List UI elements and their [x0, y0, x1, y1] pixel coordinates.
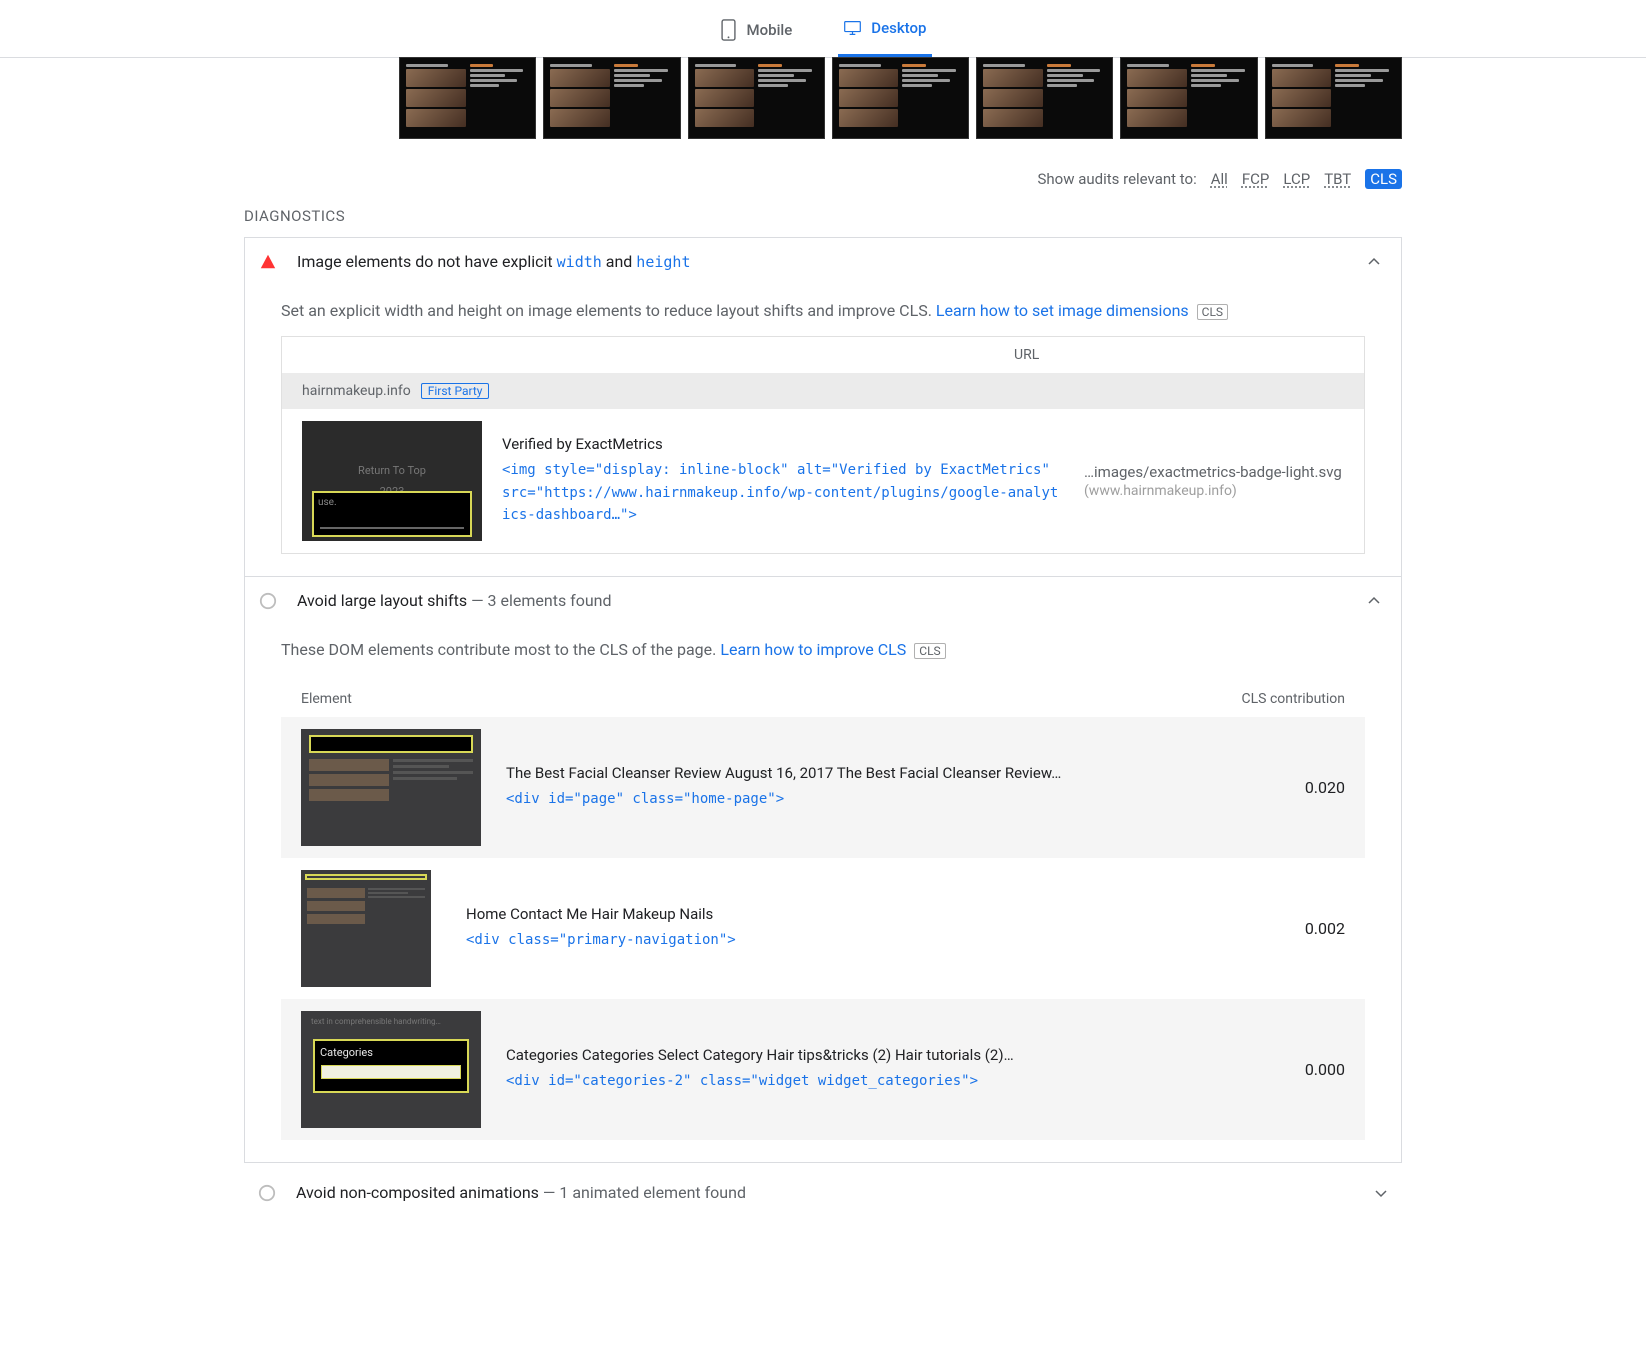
learn-link[interactable]: Learn how to improve CLS [720, 640, 906, 659]
filter-lcp[interactable]: LCP [1283, 170, 1310, 188]
cls-badge: CLS [1197, 304, 1228, 320]
table-row: Return To Top 2023 use. Verified by Exac… [282, 409, 1364, 553]
element-screenshot: text in comprehensible handwriting… Cate… [301, 1011, 481, 1128]
code-snippet: <img style="display: inline-block" alt="… [502, 459, 1064, 526]
filmstrip-frame [1120, 57, 1257, 139]
chevron-down-icon [1374, 1186, 1388, 1200]
audit-layout-shifts-body: These DOM elements contribute most to th… [245, 624, 1401, 1162]
filmstrip [244, 57, 1402, 139]
element-cell: Home Contact Me Hair Makeup Nails <div c… [466, 905, 1230, 951]
info-icon [258, 1184, 276, 1202]
audit-description: These DOM elements contribute most to th… [281, 624, 1365, 675]
tab-mobile-label: Mobile [747, 21, 793, 39]
table-head: URL [282, 337, 1364, 373]
cls-value: 0.002 [1255, 919, 1345, 938]
audit-image-dimensions-header[interactable]: Image elements do not have explicit widt… [245, 238, 1401, 285]
filmstrip-frame [976, 57, 1113, 139]
table-row: Home Contact Me Hair Makeup Nails <div c… [281, 858, 1365, 999]
chevron-up-icon [1367, 594, 1381, 608]
audit-image-dimensions-title: Image elements do not have explicit widt… [297, 252, 690, 271]
fail-icon [259, 253, 277, 271]
filter-label: Show audits relevant to: [1038, 170, 1197, 188]
code-snippet: <div class="primary-navigation"> [466, 929, 1230, 951]
table-row: The Best Facial Cleanser Review August 1… [281, 717, 1365, 858]
table-head: Element CLS contribution [281, 681, 1365, 717]
element-screenshot: Return To Top 2023 use. [302, 421, 482, 541]
filmstrip-frame [832, 57, 969, 139]
element-screenshot [301, 729, 481, 846]
code-snippet: <div id="page" class="home-page"> [506, 788, 1230, 810]
filter-cls[interactable]: CLS [1365, 169, 1402, 189]
element-cell: The Best Facial Cleanser Review August 1… [506, 764, 1230, 810]
tab-desktop-label: Desktop [871, 19, 926, 37]
device-tabs: Mobile Desktop [0, 0, 1646, 58]
filter-tbt[interactable]: TBT [1324, 170, 1351, 188]
url-cell: …images/exactmetrics-badge-light.svg (ww… [1084, 463, 1344, 499]
audit-filter: Show audits relevant to: All FCP LCP TBT… [244, 139, 1402, 199]
mobile-icon [720, 19, 737, 41]
audit-image-dimensions-body: Set an explicit width and height on imag… [245, 285, 1401, 576]
filmstrip-frame [688, 57, 825, 139]
audit-layout-shifts-header[interactable]: Avoid large layout shifts — 3 elements f… [245, 576, 1401, 624]
element-cell: Verified by ExactMetrics <img style="dis… [502, 435, 1064, 526]
audit-layout-shifts-title: Avoid large layout shifts — 3 elements f… [297, 591, 612, 610]
audit-non-composited-title: Avoid non-composited animations — 1 anim… [296, 1183, 746, 1202]
tab-desktop[interactable]: Desktop [838, 17, 932, 57]
cls-value: 0.020 [1255, 778, 1345, 797]
learn-link[interactable]: Learn how to set image dimensions [936, 301, 1189, 320]
info-icon [259, 592, 277, 610]
cls-badge: CLS [914, 643, 945, 659]
audit-non-composited-header[interactable]: Avoid non-composited animations — 1 anim… [244, 1163, 1402, 1222]
desktop-icon [844, 17, 861, 39]
diagnostics-heading: DIAGNOSTICS [244, 199, 1402, 237]
code-snippet: <div id="categories-2" class="widget wid… [506, 1070, 1230, 1092]
filmstrip-frame [543, 57, 680, 139]
element-screenshot [301, 870, 431, 987]
table-row: text in comprehensible handwriting… Cate… [281, 999, 1365, 1140]
tab-mobile[interactable]: Mobile [714, 17, 799, 57]
cls-value: 0.000 [1255, 1060, 1345, 1079]
filmstrip-frame [399, 57, 536, 139]
filmstrip-frame [1265, 57, 1402, 139]
filter-all[interactable]: All [1211, 170, 1228, 188]
url-table: URL hairnmakeup.info First Party Return … [281, 336, 1365, 554]
chevron-up-icon [1367, 255, 1381, 269]
first-party-badge: First Party [421, 383, 490, 399]
element-cell: Categories Categories Select Category Ha… [506, 1046, 1230, 1092]
domain-group: hairnmakeup.info First Party [282, 373, 1364, 409]
diagnostics-box: Image elements do not have explicit widt… [244, 237, 1402, 1163]
audit-description: Set an explicit width and height on imag… [281, 285, 1365, 336]
filter-fcp[interactable]: FCP [1242, 170, 1270, 188]
